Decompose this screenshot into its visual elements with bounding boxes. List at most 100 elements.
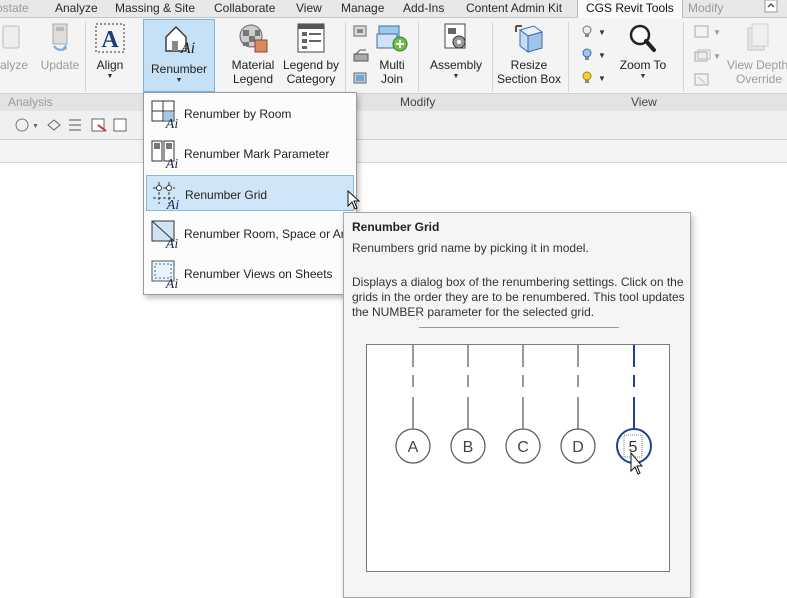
menu-item-label: Renumber Mark Parameter: [184, 147, 330, 161]
grid-label-d: D: [572, 439, 584, 456]
panel-label-analysis: Analysis: [8, 95, 53, 109]
tooltip-detail: Displays a dialog box of the renumbering…: [352, 275, 685, 319]
renumber-grid-icon: Ai: [153, 182, 179, 210]
view-filter-icon[interactable]: [693, 72, 713, 93]
view-depth-icon: [747, 23, 769, 51]
ribbon-separator: [85, 22, 86, 92]
resize-section-box-label-1: Resize: [510, 58, 548, 72]
view-template-icon[interactable]: ▼: [693, 24, 721, 45]
tab-add-ins[interactable]: Add-Ins: [403, 0, 444, 17]
analyze-label: alyze: [0, 58, 28, 72]
tab-cgs-revit-tools[interactable]: CGS Revit Tools: [577, 0, 683, 18]
grid-line-d: D: [560, 345, 596, 464]
ribbon-separator: [492, 22, 493, 92]
svg-text:Ai: Ai: [165, 157, 179, 169]
tooltip-description: Renumbers grid name by picking it in mod…: [352, 241, 589, 255]
multi-join-icon: [376, 25, 408, 52]
grid-label-c: C: [517, 439, 529, 456]
svg-text:▼: ▼: [713, 28, 721, 37]
menu-item-label: Renumber Views on Sheets: [184, 267, 333, 281]
light-bulb-on-icon[interactable]: ▼: [580, 47, 606, 68]
wall-profile-icon[interactable]: [352, 70, 370, 91]
chevron-down-icon: ▼: [175, 77, 183, 84]
svg-text:Ai: Ai: [165, 237, 179, 249]
renumber-room-icon: Ai: [151, 100, 179, 129]
legend-by-category-button[interactable]: Legend by Category: [282, 22, 340, 86]
view-duplicate-icon[interactable]: ▼: [693, 48, 721, 69]
grid-line-c: C: [505, 345, 541, 464]
svg-text:Ai: Ai: [180, 40, 195, 57]
resize-section-box-button[interactable]: Resize Section Box: [495, 22, 563, 86]
tab-analyze[interactable]: Analyze: [55, 0, 98, 17]
legend-by-category-icon: [297, 23, 325, 53]
tab-view[interactable]: View: [296, 0, 322, 17]
material-legend-icon: [239, 24, 268, 53]
align-label: Align: [96, 58, 124, 72]
light-bulb-yellow-icon[interactable]: ▼: [580, 70, 606, 91]
panel-label-modify: Modify: [400, 95, 436, 109]
panel-label-view: View: [631, 95, 657, 109]
legend-by-category-label-1: Legend by: [282, 58, 340, 72]
tab-content-admin-kit[interactable]: Content Admin Kit: [466, 0, 562, 17]
multi-join-label-1: Multi: [379, 58, 405, 72]
tab-modify[interactable]: Modify: [688, 0, 723, 17]
analyze-icon: [2, 25, 20, 49]
renumber-icon: Ai: [165, 26, 195, 57]
menu-item-label: Renumber Room, Space or Area: [184, 227, 359, 241]
align-button[interactable]: A Align ▼: [90, 22, 130, 81]
tab-massing-site[interactable]: Massing & Site: [115, 0, 195, 17]
material-legend-button[interactable]: Material Legend: [226, 22, 280, 86]
menu-item-renumber-by-room[interactable]: Ai Renumber by Room: [146, 95, 354, 131]
renumber-dropdown-menu: Ai Renumber by Room Ai Renumber Mark Par…: [143, 92, 361, 295]
legend-by-category-label-2: Category: [286, 72, 336, 86]
svg-text:▼: ▼: [713, 52, 721, 61]
toolbar-icons[interactable]: ▼: [14, 117, 134, 133]
svg-text:▼: ▼: [32, 123, 39, 130]
view-depth-override-button[interactable]: View Depth Override: [724, 22, 787, 86]
chevron-down-icon: ▼: [106, 73, 114, 80]
svg-text:A: A: [101, 27, 119, 53]
update-button[interactable]: Update: [38, 22, 82, 72]
grid-label-a: A: [408, 439, 419, 456]
multi-join-button[interactable]: Multi Join: [372, 22, 412, 86]
tab-massing-partial[interactable]: ostate: [0, 0, 29, 17]
view-depth-label-2: Override: [736, 72, 783, 86]
restore-caret-icon[interactable]: [764, 0, 778, 16]
assembly-icon: [444, 23, 466, 49]
svg-text:Ai: Ai: [165, 277, 179, 289]
multi-join-label-2: Join: [380, 72, 403, 86]
tab-manage[interactable]: Manage: [341, 0, 384, 17]
zoom-to-button[interactable]: Zoom To ▼: [614, 22, 672, 81]
mouse-cursor-icon: [347, 190, 361, 210]
resize-section-box-icon: [515, 25, 544, 53]
resize-section-box-label-2: Section Box: [496, 72, 562, 86]
copy-wall-icon[interactable]: [352, 24, 370, 45]
assembly-button[interactable]: Assembly ▼: [426, 22, 486, 81]
menu-item-renumber-room-space-area[interactable]: Ai Renumber Room, Space or Area: [146, 215, 358, 251]
renumber-button[interactable]: Ai Renumber ▼: [143, 19, 215, 92]
menu-item-renumber-mark-parameter[interactable]: Ai Renumber Mark Parameter: [146, 135, 354, 171]
options-toolbar: ▼: [0, 111, 787, 140]
view-depth-label-1: View Depth: [727, 58, 787, 72]
renumber-mark-icon: Ai: [151, 140, 179, 169]
tooltip-grid-illustration: A B C D 5: [366, 344, 670, 572]
renumber-grid-tooltip: Renumber Grid Renumbers grid name by pic…: [343, 212, 691, 598]
svg-text:▼: ▼: [598, 51, 604, 60]
renumber-views-icon: Ai: [151, 260, 179, 289]
svg-text:Ai: Ai: [165, 117, 179, 129]
assembly-label: Assembly: [429, 58, 482, 72]
ribbon-separator: [418, 22, 419, 92]
analyze-button[interactable]: alyze: [0, 22, 32, 72]
tab-collaborate[interactable]: Collaborate: [214, 0, 275, 17]
menu-item-label: Renumber by Room: [184, 107, 292, 121]
menu-item-renumber-grid[interactable]: Ai Renumber Grid: [146, 175, 361, 211]
tooltip-divider: [419, 327, 619, 328]
menu-item-renumber-views-on-sheets[interactable]: Ai Renumber Views on Sheets: [146, 255, 354, 291]
grid-label-b: B: [463, 439, 474, 456]
magnifier-icon: [629, 24, 656, 52]
chevron-down-icon: ▼: [452, 73, 460, 80]
grid-line-selected: 5: [616, 345, 652, 464]
light-bulb-off-icon[interactable]: ▼: [580, 24, 606, 45]
wall-join-icon[interactable]: [352, 48, 370, 69]
grid-label-selected: 5: [629, 439, 638, 456]
